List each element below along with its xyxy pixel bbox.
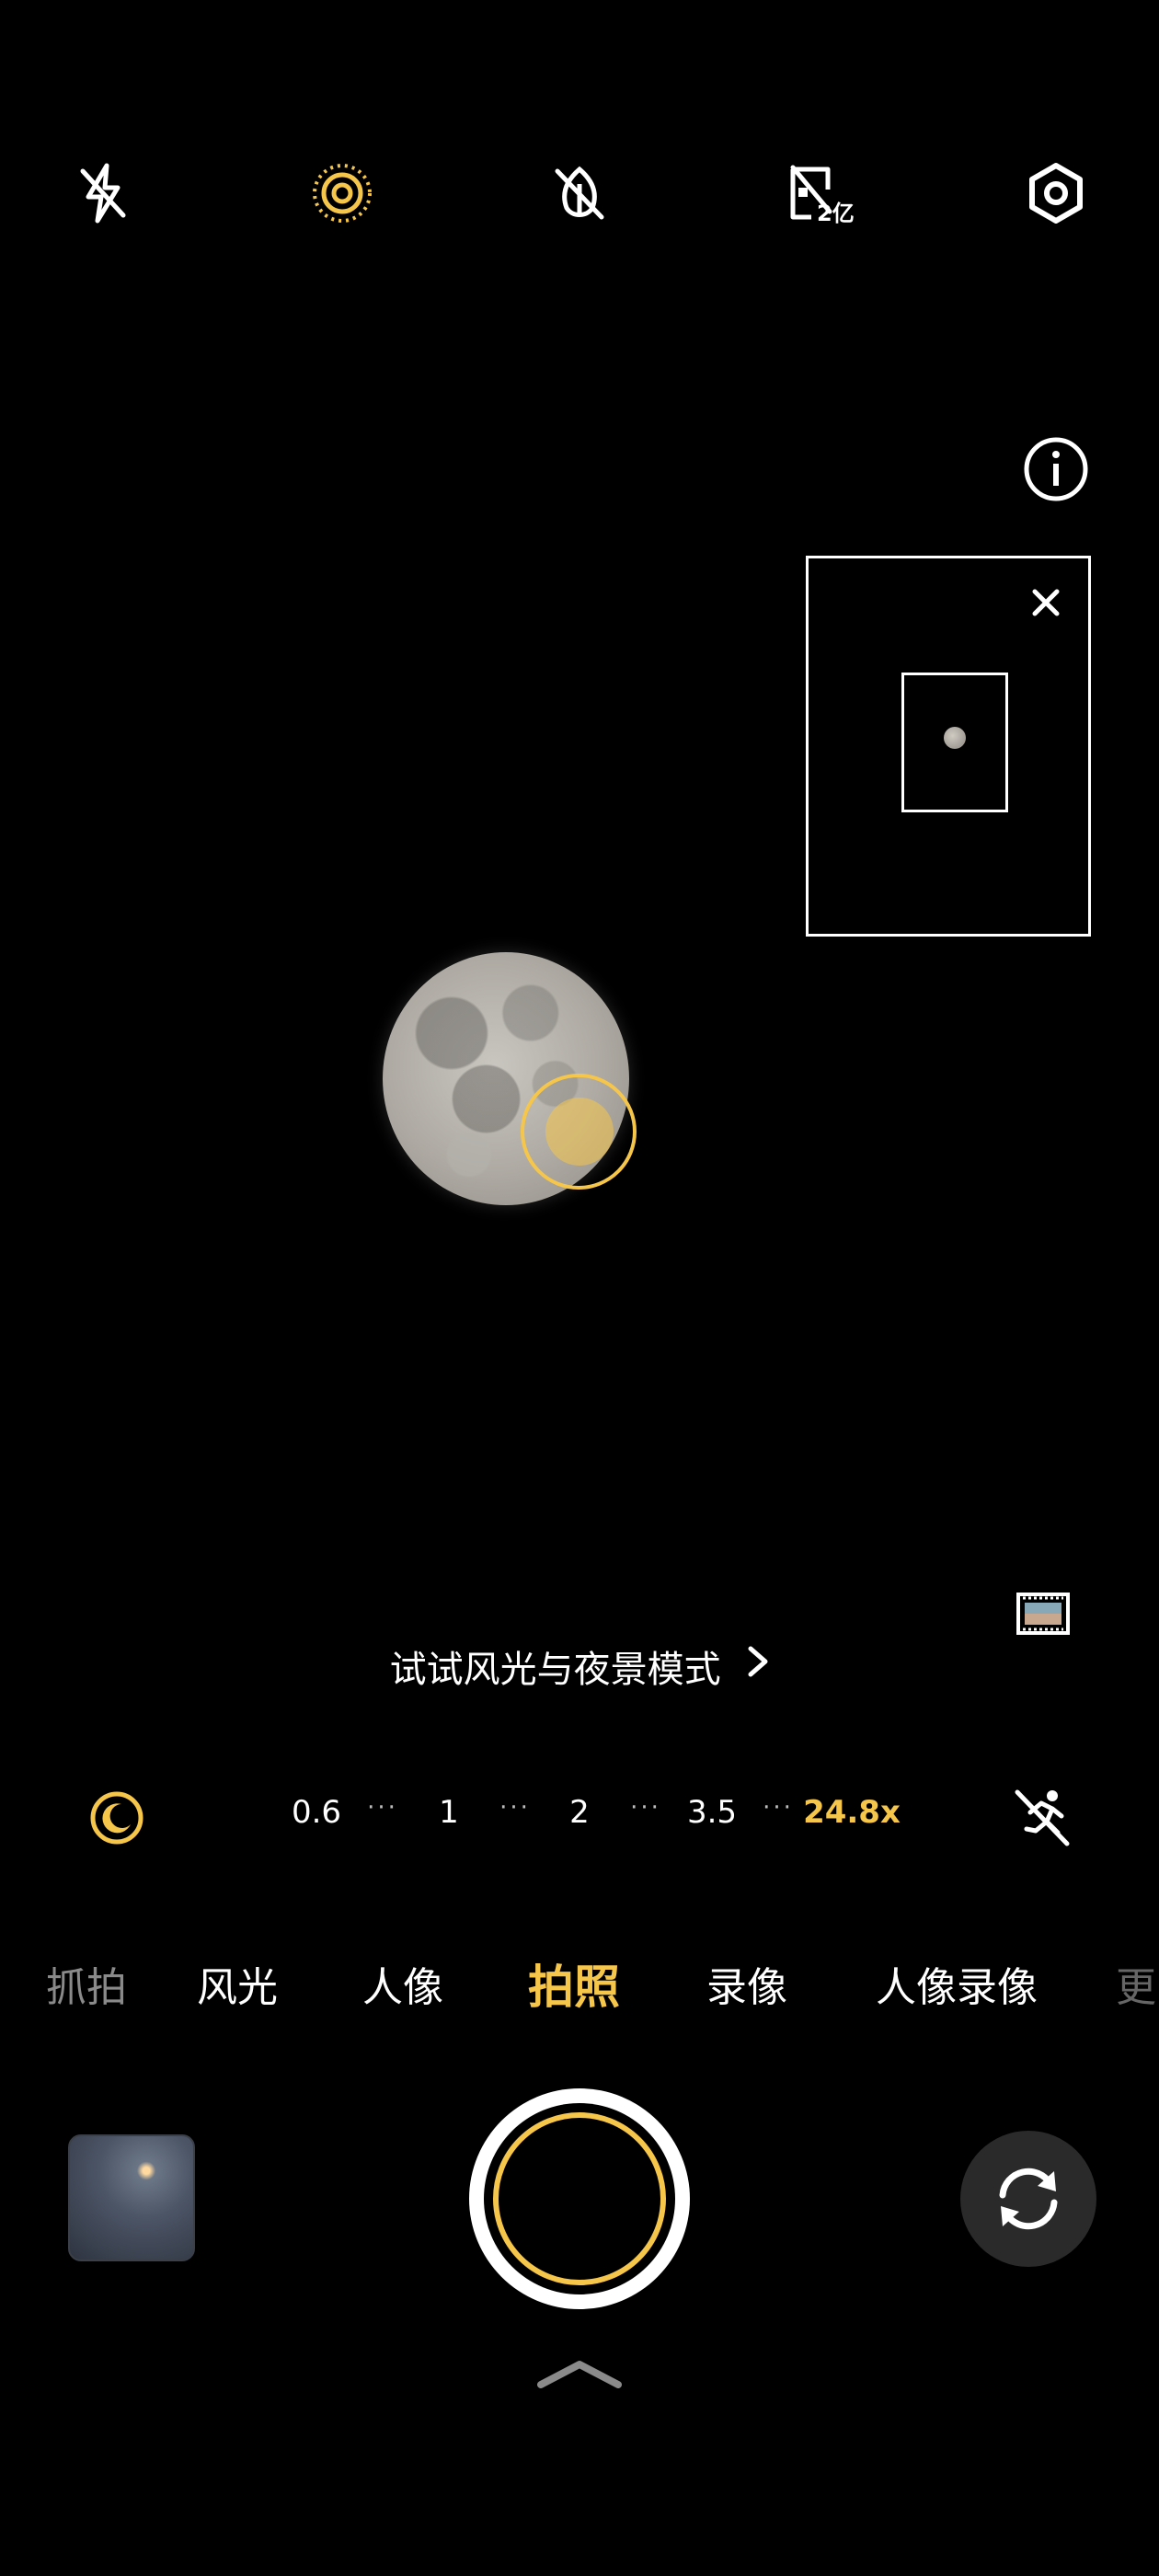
- switch-camera-icon: [999, 2168, 1058, 2230]
- mode-snapshot[interactable]: 抓拍: [46, 1954, 127, 2013]
- mode-video[interactable]: 录像: [706, 1954, 787, 2013]
- night-mode-icon[interactable]: [88, 1789, 145, 1846]
- mode-more[interactable]: 更: [1113, 1954, 1159, 2013]
- close-icon[interactable]: [1027, 584, 1064, 621]
- flash-off-icon[interactable]: [66, 156, 140, 230]
- mode-portrait-video[interactable]: 人像录像: [876, 1954, 1038, 2013]
- minimap-moon: [944, 727, 966, 749]
- focus-ring[interactable]: [521, 1074, 637, 1190]
- gallery-thumbnail[interactable]: [68, 2134, 195, 2261]
- mode-landscape[interactable]: 风光: [197, 1954, 278, 2013]
- zoom-level-active[interactable]: 24.8x: [797, 1794, 907, 1831]
- mode-suggestion-text: 试试风光与夜景模式: [389, 1649, 721, 1691]
- zoom-level-3-5[interactable]: 3.5: [666, 1794, 758, 1831]
- chevron-up-icon[interactable]: [534, 2355, 625, 2392]
- resolution-badge: 2亿: [817, 201, 855, 226]
- filter-icon[interactable]: [1016, 1592, 1071, 1636]
- zoom-level-1[interactable]: 1: [403, 1794, 495, 1831]
- live-photo-icon[interactable]: [305, 156, 379, 230]
- zoom-minimap: [806, 556, 1091, 937]
- motion-capture-off-icon[interactable]: [1010, 1785, 1074, 1849]
- mode-suggestion[interactable]: 试试风光与夜景模式: [0, 1639, 1159, 1693]
- zoom-divider-dots: ···: [367, 1794, 398, 1822]
- zoom-level-0-6[interactable]: 0.6: [270, 1794, 362, 1831]
- shutter-button[interactable]: [469, 2088, 690, 2309]
- info-icon[interactable]: [1019, 432, 1093, 506]
- switch-camera-button[interactable]: [960, 2131, 1096, 2267]
- mode-portrait[interactable]: 人像: [362, 1954, 443, 2013]
- settings-icon[interactable]: [1019, 156, 1093, 230]
- minimap-viewport-frame: [901, 673, 1008, 812]
- mode-photo[interactable]: 拍照: [528, 1950, 620, 2017]
- shutter-ring: [493, 2112, 666, 2285]
- resolution-200mp-icon[interactable]: 2亿: [784, 156, 866, 230]
- ai-scene-off-icon[interactable]: [543, 156, 616, 230]
- zoom-divider-dots: ···: [630, 1794, 661, 1822]
- shutter-inner: [484, 2103, 675, 2294]
- zoom-level-2[interactable]: 2: [534, 1794, 625, 1831]
- chevron-right-icon: [747, 1645, 769, 1687]
